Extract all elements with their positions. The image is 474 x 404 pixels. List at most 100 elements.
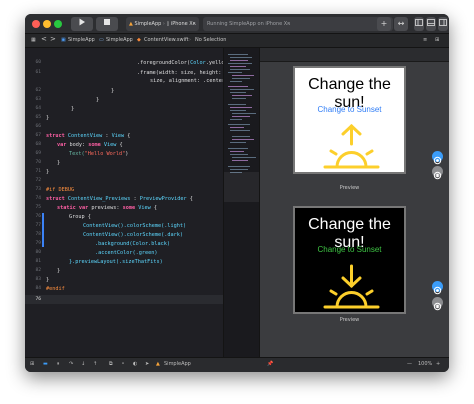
minimap[interactable]	[223, 48, 260, 357]
line-number: 63	[35, 97, 41, 102]
breadcrumb-file[interactable]: ContentView.swift	[144, 37, 189, 43]
code-line: .accentColor(.green)	[95, 250, 158, 256]
app-icon: ▲	[156, 361, 160, 367]
current-line-highlight: 76	[25, 295, 223, 304]
bottom-bar: ⊞ ▬ ⏸ ↷ ↓ ↑ ⧉ ⚬ ◐ ➤ ▲ SimpleApp 📌 — 100%…	[25, 357, 449, 372]
stop-button[interactable]	[96, 17, 118, 31]
line-number: 80	[35, 250, 41, 255]
line-number: 70	[35, 160, 41, 165]
filter-icon[interactable]: ⊞	[30, 361, 34, 367]
line-number: 67	[35, 133, 41, 138]
pause-icon[interactable]: ⏸	[57, 361, 60, 367]
related-items-icon[interactable]: ▦	[31, 37, 36, 43]
breadcrumb-separator: ›	[131, 37, 133, 43]
line-number: 84	[35, 286, 41, 291]
breadcrumb-separator: ›	[93, 37, 95, 43]
add-editor-icon[interactable]: ⊞	[435, 37, 439, 43]
project-icon: ▣	[61, 37, 66, 43]
pin-icon[interactable]: 📌	[267, 361, 273, 367]
code-line: }	[57, 160, 61, 166]
memory-graph-icon[interactable]: ⚬	[121, 361, 125, 367]
scheme-app-name: SimpleApp	[134, 21, 162, 27]
step-over-icon[interactable]: ↷	[69, 361, 73, 367]
line-number: 69	[35, 151, 41, 156]
breadcrumb-selection[interactable]: No Selection	[195, 37, 226, 43]
minimap-visible-region[interactable]	[224, 172, 260, 202]
run-button[interactable]	[71, 17, 93, 31]
line-number: 64	[35, 106, 41, 111]
code-editor[interactable]: 60 61 62 63 64 65 66 67 68 69 70 71 72 7…	[25, 48, 231, 357]
device-icon	[433, 171, 442, 180]
sunset-icon	[323, 264, 380, 309]
zoom-in-button[interactable]: +	[436, 361, 440, 367]
scheme-device-name: iPhone Xʀ	[170, 21, 196, 27]
code-line: }.previewLayout(.sizeThatFits)	[69, 259, 163, 265]
code-line: ContentView().colorScheme(.light)	[83, 223, 187, 229]
line-number-gutter: 60 61 62 63 64 65 66 67 68 69 70 71 72 7…	[25, 48, 43, 357]
line-number: 60	[35, 60, 41, 65]
preview-label: Preview	[339, 185, 360, 191]
view-debugger-icon[interactable]: ⧉	[109, 361, 113, 367]
editor-options-icon[interactable]: ≡	[423, 37, 427, 43]
preview-device-dark[interactable]: Change the sun! Change to Sunset	[293, 206, 406, 314]
code-line: }	[71, 106, 75, 112]
debug-area-icon[interactable]: ▬	[43, 361, 48, 367]
play-icon	[433, 286, 442, 295]
library-button[interactable]: +	[377, 17, 391, 31]
app-icon: ▲	[129, 21, 133, 27]
activity-status: Running SimpleApp on iPhone Xʀ	[203, 17, 393, 31]
forward-button[interactable]: >	[50, 35, 56, 43]
sidebar-left-icon	[415, 19, 423, 26]
code-line: #endif	[46, 286, 65, 292]
step-in-icon[interactable]: ↓	[81, 361, 85, 367]
code-line: static var previews: some View {	[57, 205, 157, 211]
minimize-window-button[interactable]	[43, 20, 51, 28]
line-number: 78	[35, 232, 41, 237]
line-number: 61	[35, 70, 41, 75]
breadcrumb-project[interactable]: SimpleApp	[68, 37, 95, 43]
preview-canvas[interactable]: Change the sun! Change to Sunset Preview	[259, 48, 449, 357]
close-window-button[interactable]	[32, 20, 40, 28]
device-icon: ▯	[166, 21, 170, 27]
preview-on-device-button[interactable]	[432, 297, 443, 311]
zoom-out-button[interactable]: —	[407, 361, 412, 367]
zoom-window-button[interactable]	[54, 20, 62, 28]
sidebar-right-icon	[439, 19, 447, 26]
breadcrumb-folder[interactable]: SimpleApp	[106, 37, 133, 43]
play-icon	[433, 156, 442, 165]
code-line: }	[46, 277, 50, 283]
preview-device-light[interactable]: Change the sun! Change to Sunset	[293, 66, 406, 174]
back-forward-button[interactable]: ↔	[394, 17, 408, 31]
line-number: 81	[35, 259, 41, 264]
play-icon	[79, 18, 85, 26]
jump-bar: ▦ < > ▣ SimpleApp › ▭ SimpleApp › ◆ Cont…	[25, 34, 449, 48]
breadcrumb-separator: ›	[189, 37, 191, 43]
change-to-sunset-button[interactable]: Change to Sunset	[295, 245, 404, 254]
zoom-level[interactable]: 100%	[418, 361, 432, 367]
back-button[interactable]: <	[41, 35, 47, 43]
line-number: 68	[35, 142, 41, 147]
step-out-icon[interactable]: ↑	[93, 361, 97, 367]
environment-overrides-icon[interactable]: ◐	[133, 361, 137, 367]
code-line: .frame(width: size, height:	[137, 70, 222, 76]
location-icon[interactable]: ➤	[145, 361, 149, 367]
folder-icon: ▭	[99, 37, 104, 43]
code-line: .background(Color.black)	[95, 241, 170, 247]
xcode-window: ▲ SimpleApp › ▯ iPhone Xʀ Running Simple…	[25, 14, 449, 372]
change-marker	[42, 213, 44, 247]
change-to-sunset-button[interactable]: Change to Sunset	[295, 105, 404, 114]
panel-bottom-icon	[427, 19, 435, 26]
code-line: #if DEBUG	[46, 187, 75, 193]
live-preview-button[interactable]	[432, 281, 443, 295]
code-line: var body: some View {	[57, 142, 123, 148]
live-preview-button[interactable]	[432, 151, 443, 165]
line-number: 75	[35, 205, 41, 210]
code-line: ContentView().colorScheme(.dark)	[83, 232, 183, 238]
scheme-selector[interactable]: ▲ SimpleApp › ▯ iPhone Xʀ	[126, 17, 199, 31]
line-number: 73	[35, 187, 41, 192]
preview-on-device-button[interactable]	[432, 166, 443, 180]
debug-toggle-button[interactable]	[426, 17, 436, 31]
line-number: 77	[35, 223, 41, 228]
inspector-toggle-button[interactable]	[438, 17, 448, 31]
navigator-toggle-button[interactable]	[414, 17, 424, 31]
